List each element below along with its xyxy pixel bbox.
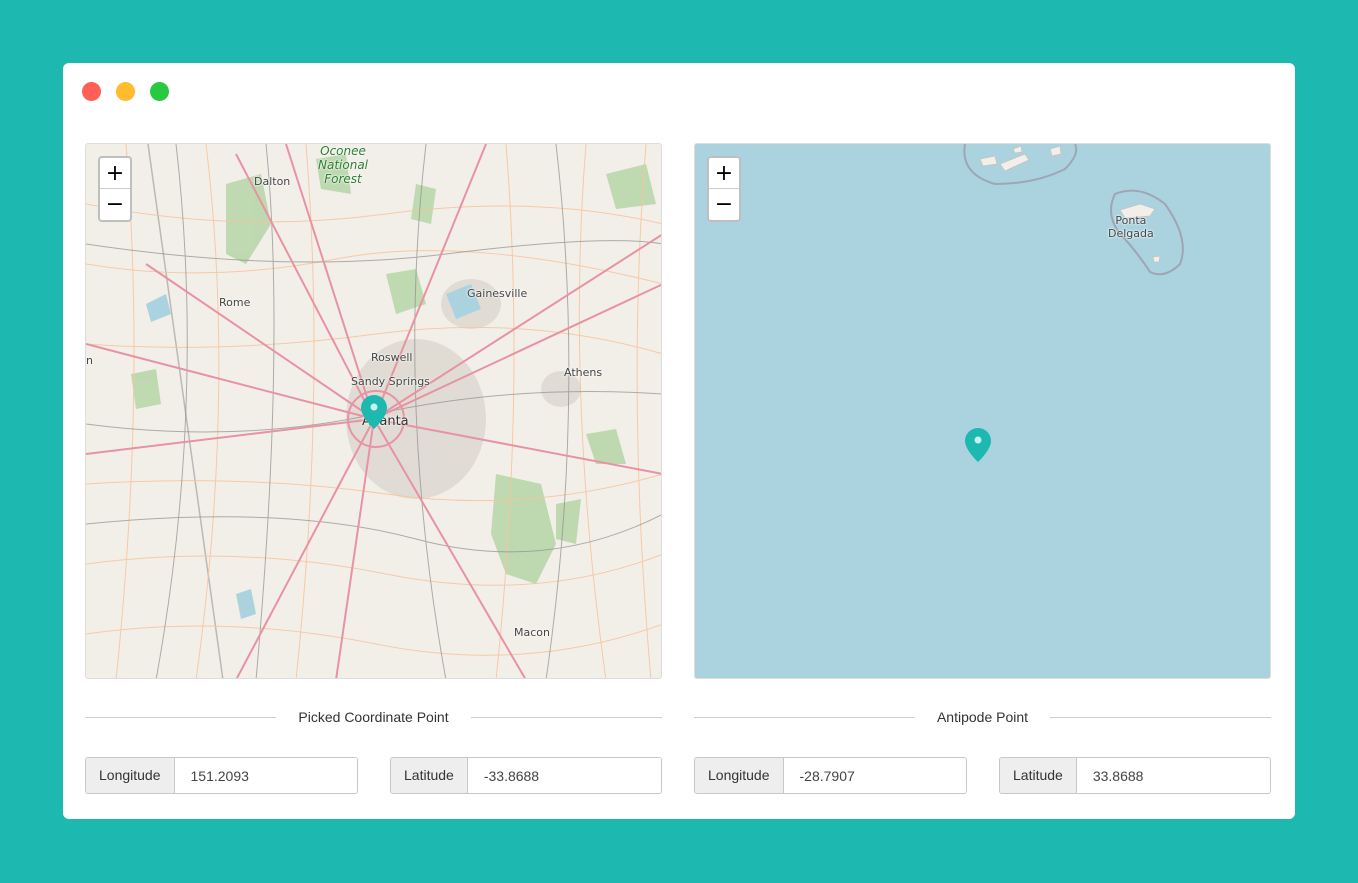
- antipode-latitude-field: Latitude: [999, 757, 1271, 794]
- close-window-button[interactable]: [82, 82, 101, 101]
- antipode-section-divider: Antipode Point: [694, 707, 1272, 727]
- divider-line: [470, 716, 663, 718]
- latitude-label: Latitude: [391, 758, 468, 793]
- antipode-point-map[interactable]: Ponta Delgada + −: [694, 143, 1271, 679]
- picked-point-map[interactable]: Oconee National Forest Dalton Rome Gaine…: [85, 143, 662, 679]
- forest-label: Oconee National Forest: [318, 144, 369, 186]
- zoom-out-button[interactable]: −: [709, 189, 739, 220]
- picked-longitude-field: Longitude: [85, 757, 358, 794]
- divider-line: [694, 716, 915, 718]
- place-label-roswell: Roswell: [371, 351, 413, 364]
- antipode-map-tiles: [963, 144, 1184, 276]
- picked-section-divider: Picked Coordinate Point: [85, 707, 663, 727]
- picked-longitude-input[interactable]: [174, 758, 357, 793]
- antipode-latitude-input[interactable]: [1076, 758, 1270, 793]
- antipode-longitude-field: Longitude: [694, 757, 967, 794]
- longitude-label: Longitude: [86, 758, 175, 793]
- picked-map-zoom-control: + −: [98, 156, 132, 222]
- divider-line: [85, 716, 277, 718]
- map-marker-icon[interactable]: [361, 395, 387, 429]
- divider-line: [1050, 716, 1272, 718]
- zoom-in-button[interactable]: +: [709, 158, 739, 189]
- minimize-window-button[interactable]: [116, 82, 135, 101]
- antipode-longitude-input[interactable]: [783, 758, 966, 793]
- zoom-out-button[interactable]: −: [100, 189, 130, 220]
- antipode-map-zoom-control: + −: [707, 156, 741, 222]
- picked-section-title: Picked Coordinate Point: [298, 709, 449, 725]
- place-label-dalton: Dalton: [254, 175, 291, 188]
- place-label-sandy-springs: Sandy Springs: [351, 375, 430, 388]
- place-label-ponta-delgada: Ponta Delgada: [1108, 214, 1154, 240]
- app-window: Oconee National Forest Dalton Rome Gaine…: [63, 63, 1295, 819]
- place-label-rome: Rome: [219, 296, 251, 309]
- picked-latitude-field: Latitude: [390, 757, 662, 794]
- latitude-label: Latitude: [1000, 758, 1077, 793]
- map-marker-icon[interactable]: [965, 428, 991, 462]
- place-label-athens: Athens: [564, 366, 603, 379]
- antipode-section-title: Antipode Point: [936, 709, 1029, 725]
- place-label-gainesville: Gainesville: [467, 287, 528, 300]
- maximize-window-button[interactable]: [150, 82, 169, 101]
- picked-latitude-input[interactable]: [467, 758, 661, 793]
- zoom-in-button[interactable]: +: [100, 158, 130, 189]
- place-label-edge: n: [86, 354, 93, 367]
- place-label-macon: Macon: [514, 626, 550, 639]
- longitude-label: Longitude: [695, 758, 784, 793]
